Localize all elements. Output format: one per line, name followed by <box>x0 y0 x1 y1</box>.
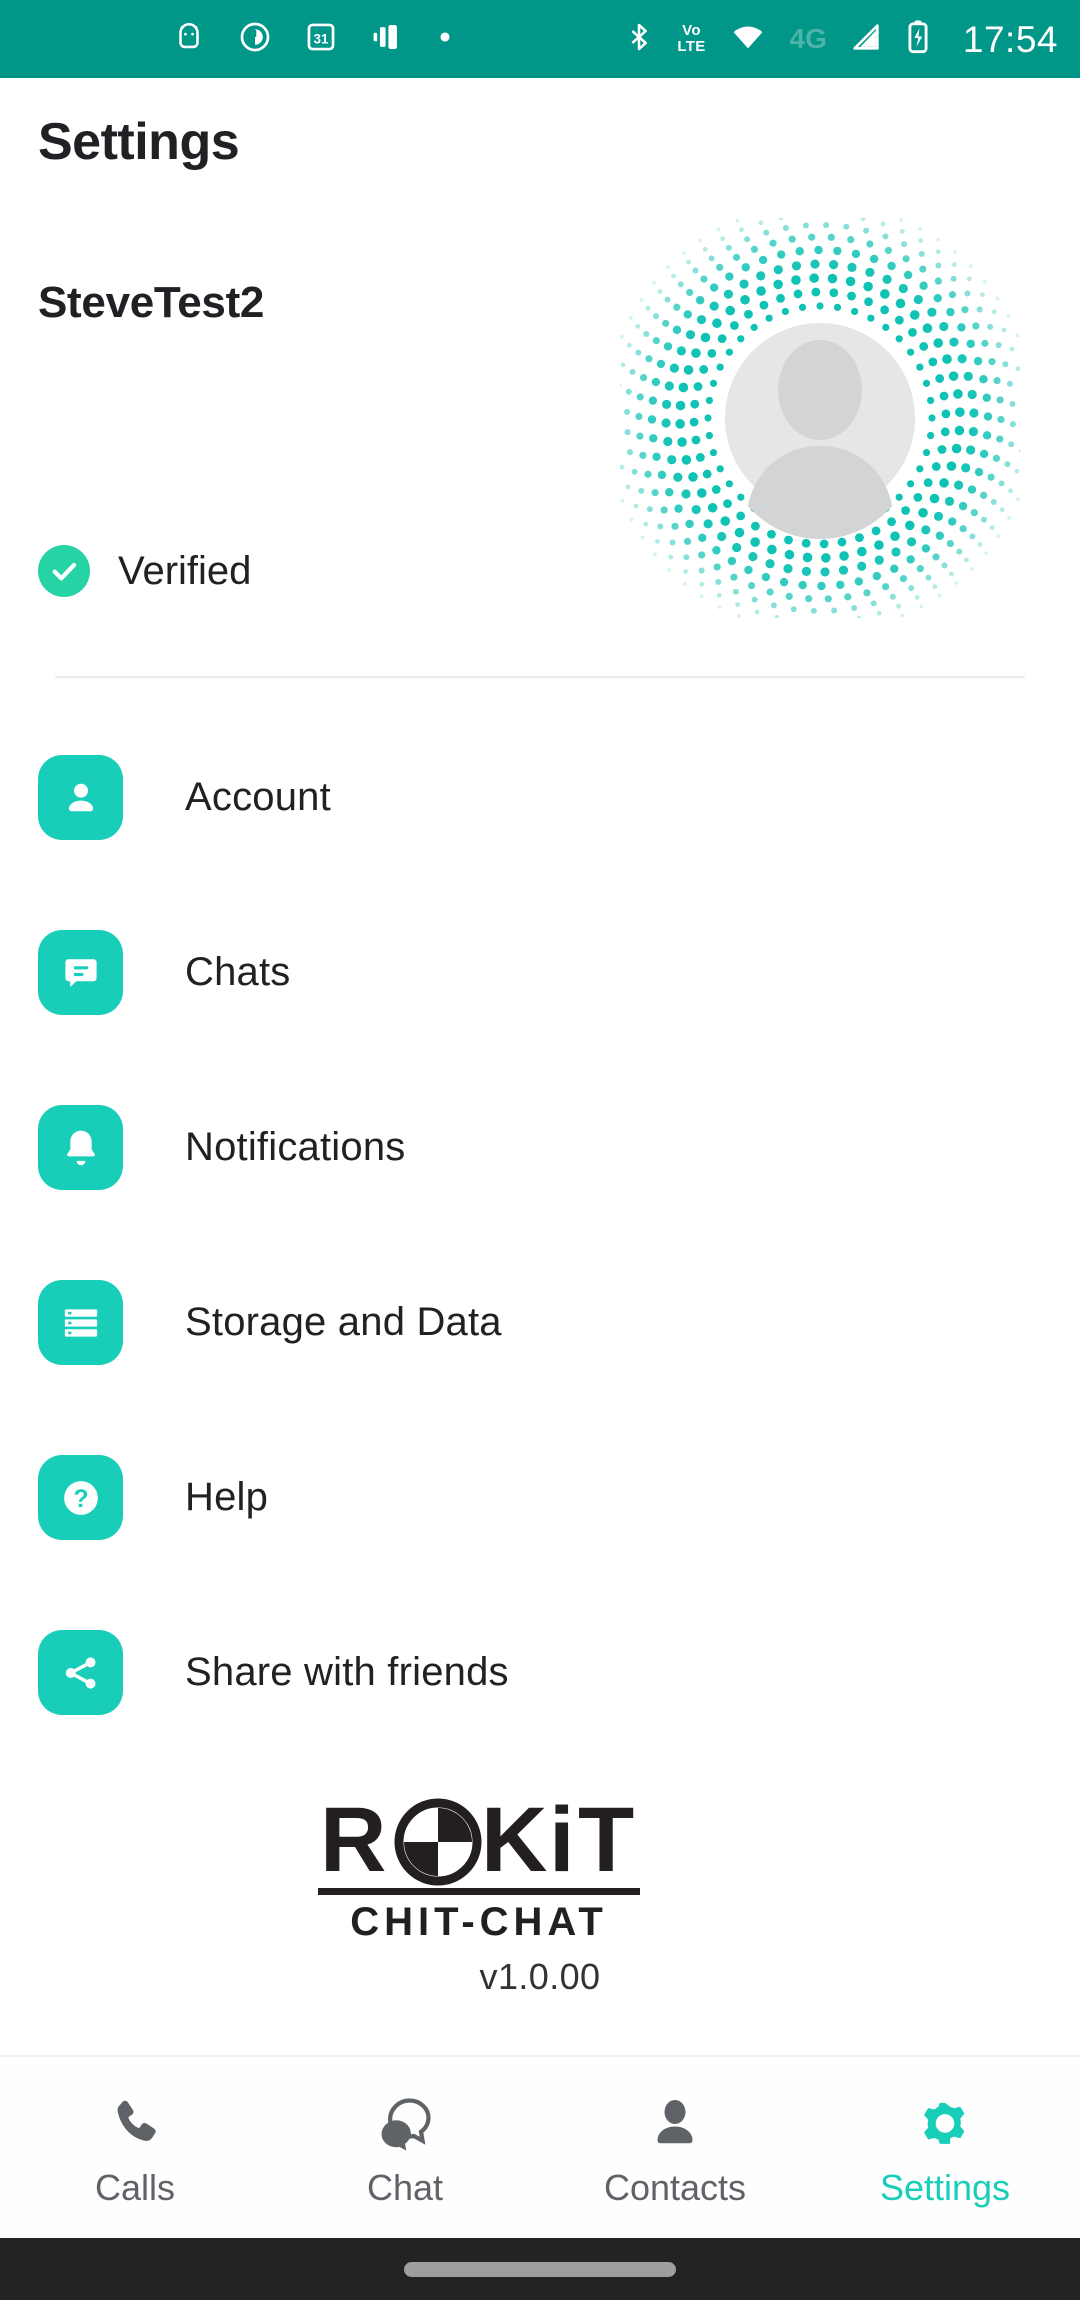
bell-icon <box>38 1105 123 1190</box>
bottom-navigation: Calls Chat Contacts Settings <box>0 2055 1080 2238</box>
user-name: SteveTest2 <box>38 278 265 327</box>
calendar-31-icon: 31 <box>304 20 338 59</box>
menu-item-account[interactable]: Account <box>0 710 1080 885</box>
battery-charging-icon <box>905 19 931 60</box>
phone-icon <box>104 2085 166 2163</box>
verified-status: Verified <box>38 545 251 597</box>
svg-text:T: T <box>578 1795 634 1891</box>
nav-item-label: Chat <box>366 2167 444 2208</box>
nav-item-calls[interactable]: Calls <box>0 2057 270 2209</box>
status-bar-clock: 17:54 <box>962 18 1058 60</box>
menu-item-help[interactable]: ? Help <box>0 1410 1080 1585</box>
question-mark-icon: ? <box>38 1455 123 1540</box>
app-version: v1.0.00 <box>479 1956 601 1997</box>
svg-text:R: R <box>320 1795 385 1891</box>
page-title: Settings <box>38 113 240 171</box>
section-divider <box>55 676 1025 678</box>
share-nodes-icon <box>38 1630 123 1715</box>
svg-text:CHIT-CHAT: CHIT-CHAT <box>350 1900 608 1944</box>
system-gesture-bar <box>0 2238 1080 2300</box>
rokit-chit-chat-logo: R K i T CHIT-CHAT <box>318 1795 640 1944</box>
rokit-o-glyph <box>394 1798 482 1886</box>
menu-item-chats[interactable]: Chats <box>0 885 1080 1060</box>
android-debug-icon <box>172 20 206 59</box>
volte-bottom-label: LTE <box>677 38 706 55</box>
menu-item-notifications[interactable]: Notifications <box>0 1060 1080 1235</box>
nav-item-label: Contacts <box>603 2167 747 2208</box>
settings-menu: Account Chats Notifications Storage and … <box>0 710 1080 1760</box>
bluetooth-icon <box>623 19 655 60</box>
contact-icon <box>645 2085 705 2163</box>
nav-item-chat[interactable]: Chat <box>270 2057 540 2209</box>
menu-item-label: Account <box>185 775 331 819</box>
gear-icon <box>914 2085 976 2163</box>
gesture-handle[interactable] <box>404 2261 676 2277</box>
nav-item-contacts[interactable]: Contacts <box>540 2057 810 2209</box>
volte-icon: Vo LTE <box>677 23 705 55</box>
check-icon <box>52 562 77 581</box>
svg-text:31: 31 <box>314 31 329 46</box>
avatar[interactable] <box>620 218 1020 618</box>
menu-item-label: Help <box>185 1475 269 1519</box>
signal-icon <box>849 20 883 59</box>
menu-item-label: Share with friends <box>185 1650 509 1694</box>
chat-bubble-icon <box>38 930 123 1015</box>
svg-text:i: i <box>549 1795 573 1891</box>
menu-item-label: Notifications <box>185 1125 406 1169</box>
svg-text:K: K <box>481 1795 547 1891</box>
volte-top-label: Vo <box>682 22 701 39</box>
dot-icon <box>436 20 454 59</box>
menu-item-storage-and-data[interactable]: Storage and Data <box>0 1235 1080 1410</box>
storage-list-icon <box>38 1280 123 1365</box>
menu-item-share-with-friends[interactable]: Share with friends <box>0 1585 1080 1760</box>
status-bar: 31 Vo LTE 4G 17:54 <box>0 0 1080 78</box>
vibrate-icon <box>370 20 404 59</box>
verified-label: Verified <box>118 548 252 593</box>
menu-item-label: Storage and Data <box>185 1300 502 1344</box>
verified-badge <box>38 545 90 597</box>
menu-item-label: Chats <box>185 950 291 994</box>
person-icon <box>38 755 123 840</box>
svg-text:?: ? <box>73 1485 88 1512</box>
status-bar-left-icons: 31 <box>172 20 454 59</box>
nav-item-settings[interactable]: Settings <box>810 2057 1080 2209</box>
brand-logo: R K i T CHIT-CHAT v1.0.00 <box>0 1795 1080 1998</box>
4g-icon: 4G <box>789 23 827 54</box>
status-bar-right-icons: Vo LTE 4G 17:54 <box>623 19 1058 60</box>
chat-icon <box>373 2085 437 2163</box>
nav-item-label: Calls <box>94 2167 175 2208</box>
clock-alarm-icon <box>238 20 272 59</box>
wifi-icon <box>728 20 768 59</box>
nav-item-label: Settings <box>879 2167 1011 2208</box>
